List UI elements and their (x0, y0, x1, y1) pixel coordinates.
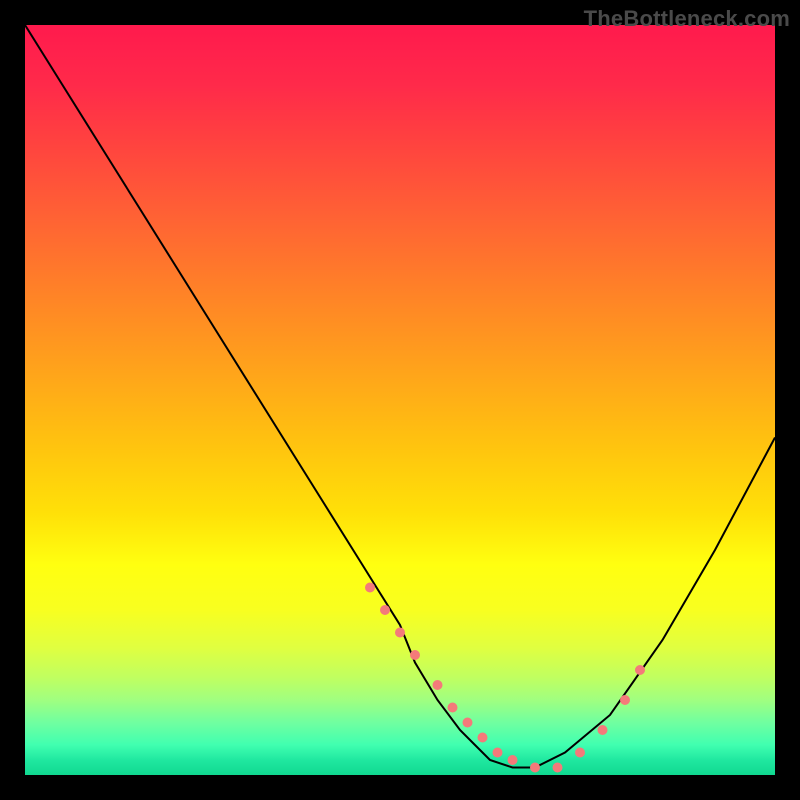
highlight-dot (410, 650, 420, 660)
highlight-dot (478, 733, 488, 743)
highlight-dot (380, 605, 390, 615)
chart-svg (25, 25, 775, 775)
highlight-dot (530, 763, 540, 773)
chart-plot-area (25, 25, 775, 775)
highlight-dots (365, 583, 645, 773)
highlight-dot (493, 748, 503, 758)
highlight-dot (433, 680, 443, 690)
highlight-dot (395, 628, 405, 638)
highlight-dot (575, 748, 585, 758)
highlight-dot (620, 695, 630, 705)
highlight-dot (598, 725, 608, 735)
highlight-dot (365, 583, 375, 593)
highlight-dot (463, 718, 473, 728)
highlight-dot (553, 763, 563, 773)
highlight-dot (448, 703, 458, 713)
highlight-dot (635, 665, 645, 675)
bottleneck-curve (25, 25, 775, 768)
watermark-text: TheBottleneck.com (584, 6, 790, 32)
highlight-dot (508, 755, 518, 765)
chart-frame: TheBottleneck.com (0, 0, 800, 800)
